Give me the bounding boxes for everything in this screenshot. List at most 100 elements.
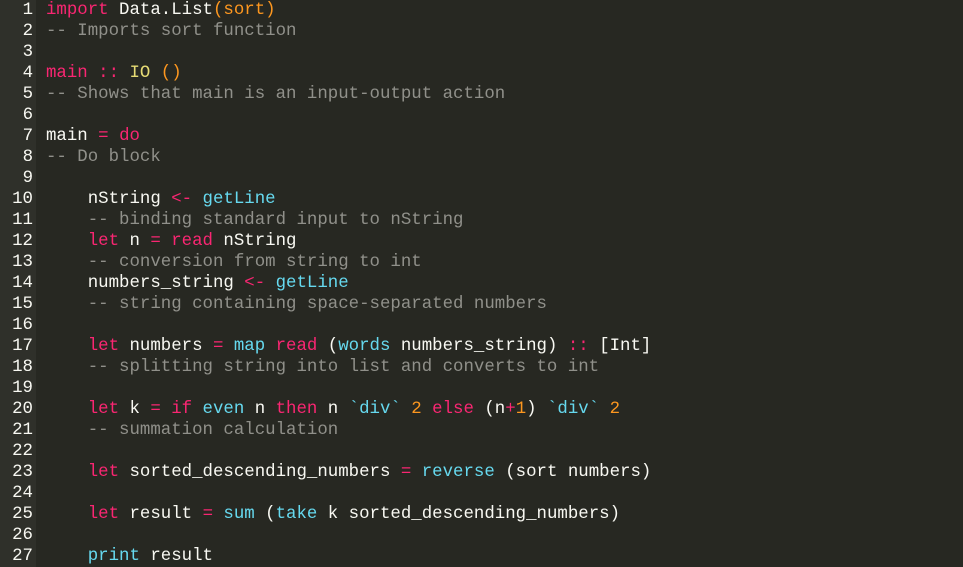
code-token: getLine: [265, 274, 349, 293]
code-token: 1: [515, 400, 527, 419]
code-line[interactable]: -- summation calculation: [46, 420, 963, 441]
code-token: -- Imports sort function: [46, 22, 297, 41]
code-token: -- summation calculation: [46, 421, 339, 440]
code-token: (): [150, 64, 182, 83]
code-editor[interactable]: 1 2 3 4 5 6 7 8 9 10 11 12 13 14 15 16 17 18 19 20 21 22 23 24 2…: [0, 0, 963, 567]
code-token: words: [338, 337, 391, 356]
code-line[interactable]: main = do: [46, 126, 963, 147]
line-number: 17: [12, 337, 33, 356]
code-token: numbers_string: [46, 274, 245, 293]
code-token: 2: [400, 400, 422, 419]
code-line[interactable]: -- binding standard input to nString: [46, 210, 963, 231]
code-line[interactable]: -- Shows that main is an input-output ac…: [46, 84, 963, 105]
line-number: 13: [12, 253, 33, 272]
code-token: k sorted_descending_numbers): [317, 505, 621, 524]
code-token: n: [317, 400, 349, 419]
code-line[interactable]: [46, 441, 963, 462]
code-token: (n: [473, 400, 506, 419]
code-line[interactable]: [46, 315, 963, 336]
code-line[interactable]: nString <- getLine: [46, 189, 963, 210]
line-number: 10: [12, 190, 33, 209]
line-number-gutter: 1 2 3 4 5 6 7 8 9 10 11 12 13 14 15 16 17 18 19 20 21 22 23 24 2…: [0, 0, 36, 567]
code-token: nString: [46, 190, 172, 209]
code-token: reverse: [411, 463, 495, 482]
code-line[interactable]: -- Imports sort function: [46, 21, 963, 42]
code-token: result: [119, 505, 203, 524]
code-token: [Int]: [588, 337, 652, 356]
line-number: 26: [12, 526, 33, 545]
code-token: main: [46, 64, 88, 83]
code-line[interactable]: print result: [46, 546, 963, 567]
line-number: 16: [12, 316, 33, 335]
code-token: (sort numbers): [494, 463, 652, 482]
code-area[interactable]: import Data.List(sort) -- Imports sort fu…: [36, 0, 963, 567]
code-token: =: [202, 505, 213, 524]
line-number: 2: [22, 22, 33, 41]
line-number: 25: [12, 505, 33, 524]
code-line[interactable]: let sorted_descending_numbers = reverse …: [46, 462, 963, 483]
line-number: 21: [12, 421, 33, 440]
code-line[interactable]: let result = sum (take k sorted_descendi…: [46, 504, 963, 525]
line-number: 1: [22, 1, 33, 20]
code-token: =: [150, 400, 161, 419]
code-line[interactable]: [46, 168, 963, 189]
code-token: =: [400, 463, 412, 482]
code-token: numbers: [119, 337, 213, 356]
code-line[interactable]: [46, 378, 963, 399]
code-token: ::: [567, 337, 589, 356]
code-token: (sort): [213, 1, 276, 20]
code-token: read: [265, 337, 318, 356]
line-number: 23: [12, 463, 33, 482]
line-number: 3: [22, 43, 33, 62]
code-token: `div`: [547, 400, 600, 419]
code-token: -- binding standard input to nString: [46, 211, 464, 230]
code-token: sum: [213, 505, 255, 524]
code-line[interactable]: [46, 483, 963, 504]
line-number: 6: [22, 106, 33, 125]
code-line[interactable]: -- conversion from string to int: [46, 252, 963, 273]
code-token: let: [46, 232, 120, 251]
code-token: result: [139, 547, 213, 566]
code-line[interactable]: -- string containing space-separated num…: [46, 294, 963, 315]
line-number: 18: [12, 358, 33, 377]
code-line[interactable]: numbers_string <- getLine: [46, 273, 963, 294]
code-token: (: [317, 337, 339, 356]
code-token: even: [192, 400, 245, 419]
code-line[interactable]: import Data.List(sort): [46, 0, 963, 21]
code-token: numbers_string): [390, 337, 568, 356]
line-number: 24: [12, 484, 33, 503]
line-number: 5: [22, 85, 33, 104]
code-line[interactable]: let k = if even n then n `div` 2 else (n…: [46, 399, 963, 420]
line-number: 9: [22, 169, 33, 188]
code-token: map: [223, 337, 266, 356]
code-token: print: [46, 547, 140, 566]
code-line[interactable]: [46, 42, 963, 63]
code-line[interactable]: [46, 525, 963, 546]
code-token: else: [421, 400, 474, 419]
code-token: -- Shows that main is an input-output ac…: [46, 85, 506, 104]
code-token: let: [46, 463, 120, 482]
code-line[interactable]: -- Do block: [46, 147, 963, 168]
code-token: <-: [171, 190, 193, 209]
code-token: -- splitting string into list and conver…: [46, 358, 600, 377]
code-line[interactable]: [46, 105, 963, 126]
code-token: sorted_descending_numbers: [119, 463, 401, 482]
code-token: =: [87, 127, 120, 146]
line-number: 7: [22, 127, 33, 146]
code-line[interactable]: -- splitting string into list and conver…: [46, 357, 963, 378]
code-token: +: [505, 400, 516, 419]
code-token: getLine: [192, 190, 276, 209]
code-line[interactable]: main :: IO (): [46, 63, 963, 84]
line-number: 8: [22, 148, 33, 167]
line-number: 22: [12, 442, 33, 461]
code-token: main: [46, 127, 88, 146]
code-line[interactable]: let numbers = map read (words numbers_st…: [46, 336, 963, 357]
line-number: 11: [12, 211, 33, 230]
line-number: 20: [12, 400, 33, 419]
code-line[interactable]: let n = read nString: [46, 231, 963, 252]
code-token: IO: [129, 64, 151, 83]
line-number: 27: [12, 547, 33, 566]
code-token: then: [275, 400, 318, 419]
code-token: n: [244, 400, 276, 419]
code-token: import: [46, 1, 109, 20]
